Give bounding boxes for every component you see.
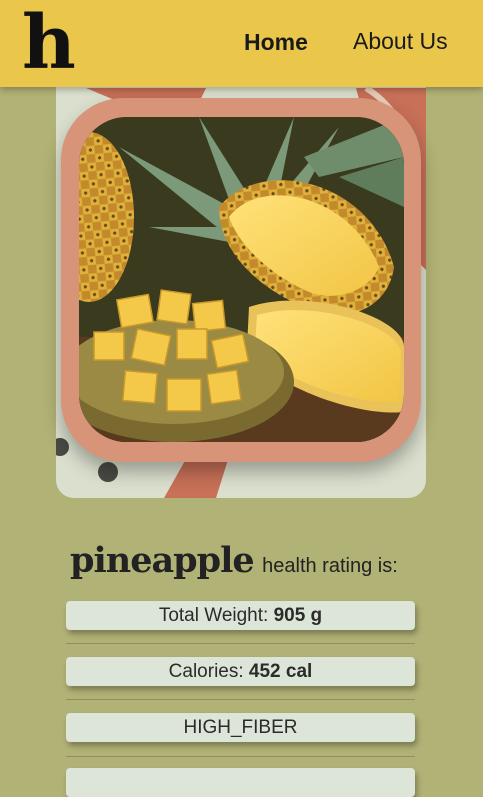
stat-label: Total Weight: — [158, 605, 274, 626]
stat-label: HIGH_FIBER — [183, 717, 298, 738]
nav-about-link[interactable]: About Us — [353, 28, 448, 55]
rating-label: health rating is: — [262, 555, 398, 577]
next-stat — [66, 768, 415, 797]
divider — [66, 756, 415, 757]
site-logo[interactable]: h — [22, 6, 76, 80]
high-fiber-tag: HIGH_FIBER — [66, 713, 415, 742]
stat-value: 905 g — [273, 605, 323, 626]
divider — [66, 643, 415, 644]
divider — [66, 699, 415, 700]
fruit-name: pineapple — [70, 540, 255, 581]
total-weight-stat: Total Weight: 905 g — [66, 601, 415, 630]
stat-value: 452 cal — [248, 661, 313, 682]
nav-home-link[interactable]: Home — [244, 29, 308, 56]
health-rating-heading: pineapple health rating is: — [70, 540, 430, 581]
pineapple-image — [79, 117, 404, 442]
top-header: h Home About Us — [0, 0, 483, 87]
calories-stat: Calories: 452 cal — [66, 657, 415, 686]
stat-label: Calories: — [168, 661, 249, 682]
